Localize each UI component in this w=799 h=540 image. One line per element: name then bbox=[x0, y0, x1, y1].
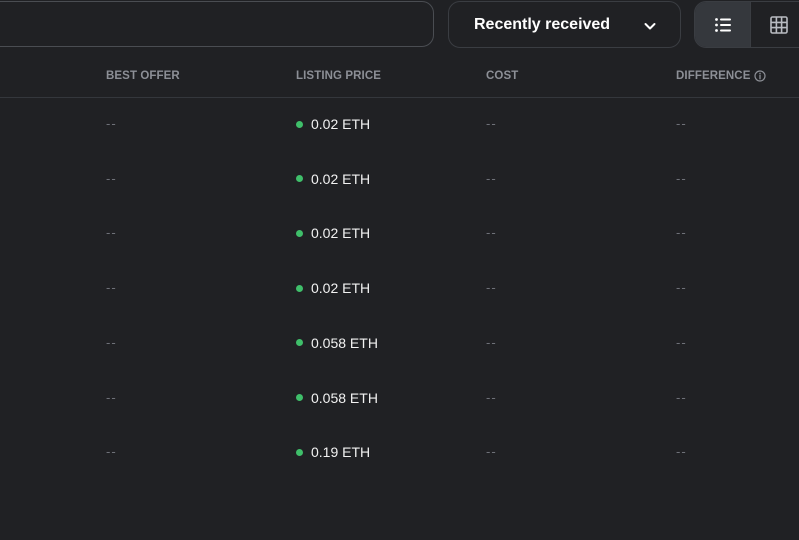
table-row[interactable]: -- 0.19 ETH -- -- bbox=[0, 444, 799, 498]
cost-value: -- bbox=[486, 116, 497, 131]
difference-value: -- bbox=[676, 225, 687, 241]
best-offer-value: -- bbox=[106, 225, 117, 241]
listing-price-cell: 0.19 ETH bbox=[296, 444, 370, 460]
items-page: Recently received BEST OFFER LISTING PRI… bbox=[0, 0, 799, 540]
listing-price-value: 0.058 ETH bbox=[311, 389, 378, 406]
best-offer-value: -- bbox=[106, 444, 117, 460]
listed-status-dot bbox=[296, 120, 303, 128]
difference-value: -- bbox=[676, 334, 687, 350]
header-difference-label: DIFFERENCE bbox=[676, 70, 751, 82]
sort-dropdown-label: Recently received bbox=[474, 16, 611, 33]
listed-status-dot bbox=[296, 448, 303, 456]
cost-value: -- bbox=[486, 389, 497, 405]
table-row[interactable]: -- 0.02 ETH -- -- bbox=[0, 280, 799, 334]
header-difference[interactable]: DIFFERENCE bbox=[676, 70, 767, 82]
listed-status-dot bbox=[296, 394, 303, 401]
sort-dropdown[interactable]: Recently received bbox=[448, 1, 681, 48]
best-offer-value: -- bbox=[106, 389, 117, 405]
difference-value: -- bbox=[676, 170, 687, 186]
header-best-offer[interactable]: BEST OFFER bbox=[106, 70, 180, 82]
search-input[interactable] bbox=[0, 1, 434, 47]
listing-price-cell: 0.02 ETH bbox=[296, 171, 370, 187]
table-row[interactable]: -- 0.02 ETH -- -- bbox=[0, 116, 799, 170]
best-offer-value: -- bbox=[106, 170, 117, 186]
list-icon bbox=[714, 17, 731, 32]
listing-price-value: 0.02 ETH bbox=[311, 225, 371, 242]
listed-status-dot bbox=[296, 339, 303, 347]
header-cost[interactable]: COST bbox=[486, 70, 518, 82]
cost-value: -- bbox=[486, 225, 497, 241]
chevron-down-icon bbox=[644, 23, 656, 30]
view-toggle bbox=[694, 1, 799, 48]
listing-price-value: 0.02 ETH bbox=[311, 170, 371, 187]
difference-value: -- bbox=[676, 280, 687, 296]
listing-price-value: 0.02 ETH bbox=[311, 280, 371, 297]
grid-view-button[interactable] bbox=[750, 2, 799, 47]
listing-price-cell: 0.02 ETH bbox=[296, 116, 370, 132]
cost-value: -- bbox=[486, 334, 497, 350]
best-offer-value: -- bbox=[106, 334, 117, 350]
table-row[interactable]: -- 0.02 ETH -- -- bbox=[0, 171, 799, 225]
listing-price-cell: 0.058 ETH bbox=[296, 335, 378, 351]
grid-icon bbox=[769, 15, 788, 34]
table-row[interactable]: -- 0.058 ETH -- -- bbox=[0, 390, 799, 444]
listing-price-cell: 0.02 ETH bbox=[296, 225, 370, 241]
listing-price-value: 0.19 ETH bbox=[311, 444, 371, 461]
cost-value: -- bbox=[486, 170, 497, 186]
cost-value: -- bbox=[486, 444, 497, 460]
best-offer-value: -- bbox=[106, 280, 117, 296]
listing-price-value: 0.02 ETH bbox=[311, 116, 371, 132]
table-header: BEST OFFER LISTING PRICE COST DIFFERENCE bbox=[0, 62, 799, 98]
difference-value: -- bbox=[676, 444, 687, 460]
listed-status-dot bbox=[296, 284, 303, 292]
cost-value: -- bbox=[486, 280, 497, 296]
listed-status-dot bbox=[296, 175, 303, 183]
header-listing-price[interactable]: LISTING PRICE bbox=[296, 70, 381, 82]
difference-value: -- bbox=[676, 389, 687, 405]
table-row[interactable]: -- 0.058 ETH -- -- bbox=[0, 335, 799, 389]
best-offer-value: -- bbox=[106, 116, 117, 131]
table-row[interactable]: -- 0.02 ETH -- -- bbox=[0, 225, 799, 279]
difference-value: -- bbox=[676, 116, 687, 131]
listing-price-cell: 0.058 ETH bbox=[296, 390, 378, 406]
listing-price-value: 0.058 ETH bbox=[311, 334, 378, 351]
list-view-button[interactable] bbox=[695, 2, 750, 47]
listed-status-dot bbox=[296, 229, 303, 237]
info-icon[interactable] bbox=[754, 70, 767, 82]
listing-price-cell: 0.02 ETH bbox=[296, 280, 370, 296]
